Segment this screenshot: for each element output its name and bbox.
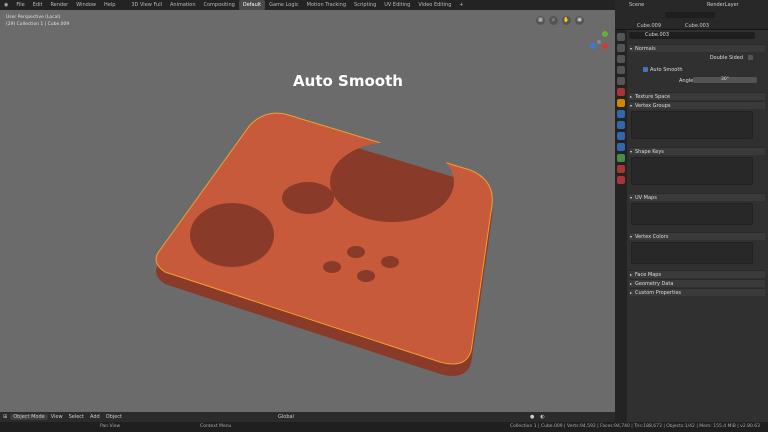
menu-edit[interactable]: Edit — [29, 0, 47, 10]
tab-3d-view-full[interactable]: 3D View Full — [127, 0, 166, 10]
face-maps-header[interactable]: Face Maps — [629, 270, 765, 278]
menu-file[interactable]: File — [12, 0, 28, 10]
vertex-groups-header[interactable]: Vertex Groups — [629, 101, 765, 109]
mesh-name[interactable]: Cube.003 — [685, 23, 709, 29]
object-name[interactable]: Cube.009 — [637, 23, 661, 29]
tab-animation[interactable]: Animation — [166, 0, 200, 10]
tab-compositing[interactable]: Compositing — [200, 0, 239, 10]
texture-space-header[interactable]: Texture Space — [629, 92, 765, 100]
scene-selector[interactable]: Scene — [629, 2, 644, 8]
tab-object[interactable] — [617, 99, 625, 107]
menu-add[interactable]: Add — [87, 414, 103, 420]
tab-modifiers[interactable] — [617, 110, 625, 118]
tab-material[interactable] — [617, 165, 625, 173]
viewport-header: ⊞ Object Mode View Select Add Object Glo… — [0, 412, 615, 422]
menu-render[interactable]: Render — [46, 0, 72, 10]
blender-logo-icon[interactable]: ◉ — [0, 0, 12, 10]
tab-tool[interactable] — [617, 33, 625, 41]
menu-select[interactable]: Select — [66, 414, 87, 420]
tab-scripting[interactable]: Scripting — [350, 0, 380, 10]
mode-dropdown[interactable]: Object Mode — [10, 414, 48, 420]
status-pan-view: Pan View — [100, 424, 121, 429]
mesh-object[interactable] — [0, 10, 615, 412]
editor-type-icon[interactable]: ⊞ — [0, 414, 10, 420]
tab-texture[interactable] — [617, 176, 625, 184]
auto-smooth-label: Auto Smooth — [650, 67, 683, 73]
add-workspace-button[interactable]: + — [455, 0, 467, 10]
face-maps-panel: Face Maps — [629, 270, 765, 278]
tab-output[interactable] — [617, 55, 625, 63]
tab-uv-editing[interactable]: UV Editing — [380, 0, 414, 10]
shading-material-icon[interactable]: ◐ — [537, 414, 547, 420]
status-stats: Collection 1 | Cube.009 | Verts:94,592 |… — [510, 424, 760, 429]
vertex-colors-header[interactable]: Vertex Colors — [629, 232, 765, 240]
tab-motion-tracking[interactable]: Motion Tracking — [303, 0, 350, 10]
tab-particles[interactable] — [617, 121, 625, 129]
properties-editor: Cube.003 Normals Double Sided Auto Smoot… — [615, 30, 768, 422]
double-sided-label: Double Sided — [709, 55, 743, 61]
normals-header[interactable]: Normals — [629, 44, 765, 52]
tab-render[interactable] — [617, 44, 625, 52]
shape-keys-list[interactable] — [631, 157, 753, 185]
outliner-header: Scene RenderLayer Cube.009 Cube.003 — [615, 0, 768, 30]
menu-help[interactable]: Help — [100, 0, 119, 10]
menu-view[interactable]: View — [48, 414, 66, 420]
right-panel: Scene RenderLayer Cube.009 Cube.003 Cube… — [615, 0, 768, 422]
auto-smooth-checkbox[interactable] — [643, 67, 648, 72]
angle-label: Angle — [679, 78, 694, 84]
tab-physics[interactable] — [617, 132, 625, 140]
tab-video-editing[interactable]: Video Editing — [414, 0, 455, 10]
custom-properties-panel: Custom Properties — [629, 288, 765, 296]
mesh-datablock-field[interactable]: Cube.003 — [629, 32, 755, 39]
tab-game-logic[interactable]: Game Logic — [265, 0, 303, 10]
orientation-dropdown[interactable]: Global — [275, 414, 297, 420]
double-sided-checkbox[interactable] — [748, 55, 753, 60]
vertex-colors-list[interactable] — [631, 242, 753, 264]
uv-maps-header[interactable]: UV Maps — [629, 193, 765, 201]
status-bar: Pan View Context Menu Collection 1 | Cub… — [0, 422, 768, 432]
shape-keys-panel: Shape Keys — [629, 147, 765, 187]
normals-panel: Normals Double Sided Auto Smooth Angle 3… — [629, 44, 765, 88]
uv-maps-list[interactable] — [631, 203, 753, 225]
texture-space-panel: Texture Space — [629, 92, 765, 100]
menu-window[interactable]: Window — [72, 0, 100, 10]
tab-mesh-data[interactable] — [617, 154, 625, 162]
datablock-row: Cube.003 — [629, 32, 765, 39]
3d-viewport[interactable]: User Perspective (Local) (29) Collection… — [0, 10, 615, 412]
geometry-data-header[interactable]: Geometry Data — [629, 279, 765, 287]
uv-maps-panel: UV Maps — [629, 193, 765, 227]
tab-world[interactable] — [617, 88, 625, 96]
properties-tabs — [615, 30, 627, 422]
tab-view-layer[interactable] — [617, 66, 625, 74]
angle-field[interactable]: 30° — [693, 77, 757, 83]
vertex-groups-list[interactable] — [631, 111, 753, 139]
geometry-data-panel: Geometry Data — [629, 279, 765, 287]
menu-object[interactable]: Object — [103, 414, 125, 420]
outliner-search-input[interactable] — [665, 12, 715, 18]
vertex-colors-panel: Vertex Colors — [629, 232, 765, 266]
custom-properties-header[interactable]: Custom Properties — [629, 288, 765, 296]
tab-constraints[interactable] — [617, 143, 625, 151]
view-layer-selector[interactable]: RenderLayer — [707, 2, 739, 8]
tab-default[interactable]: Default — [238, 0, 266, 10]
tab-scene[interactable] — [617, 77, 625, 85]
vertex-groups-panel: Vertex Groups — [629, 101, 765, 141]
shading-solid-icon[interactable]: ● — [527, 414, 537, 420]
status-context-menu: Context Menu — [200, 424, 232, 429]
shape-keys-header[interactable]: Shape Keys — [629, 147, 765, 155]
